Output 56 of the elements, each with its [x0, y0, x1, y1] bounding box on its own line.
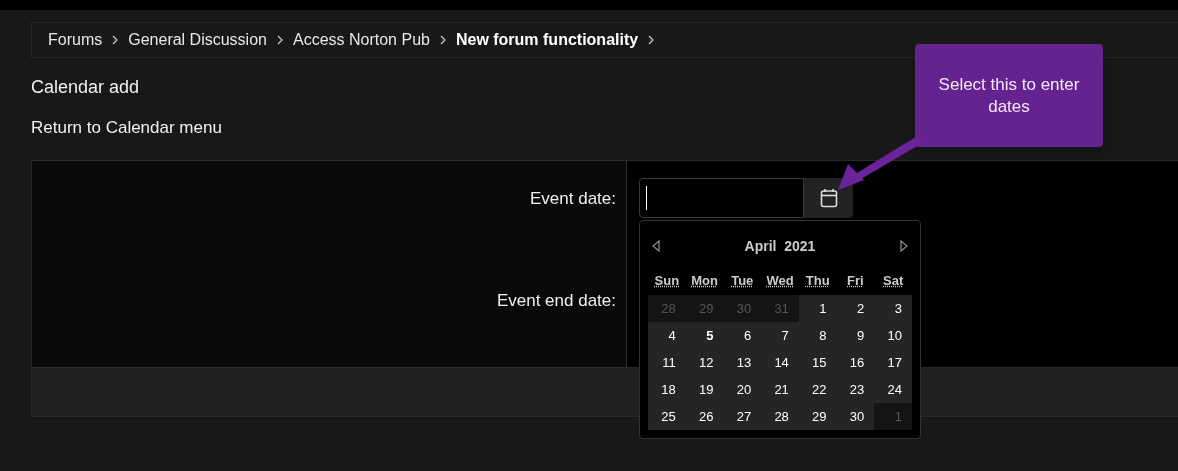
previous-month-icon[interactable]	[652, 240, 660, 252]
day-cell[interactable]: 26	[685, 403, 724, 430]
weekday-header: Mon	[691, 272, 718, 290]
day-cell[interactable]: 12	[685, 349, 724, 376]
chevron-icon	[648, 35, 655, 45]
day-cell[interactable]: 8	[798, 322, 837, 349]
day-cell[interactable]: 5	[685, 322, 724, 349]
calendar-icon	[819, 187, 838, 208]
month-year-heading: April 2021	[744, 236, 816, 256]
day-cell[interactable]: 10	[874, 322, 912, 349]
day-cell[interactable]: 29	[798, 403, 837, 430]
day-cell[interactable]: 27	[723, 403, 762, 430]
day-cell[interactable]: 25	[648, 403, 686, 430]
day-cell[interactable]: 4	[648, 322, 686, 349]
day-cell[interactable]: 3	[874, 295, 912, 322]
day-cell[interactable]: 21	[761, 376, 799, 403]
day-cell[interactable]: 13	[723, 349, 762, 376]
breadcrumb-link[interactable]: Access Norton Pub	[292, 28, 430, 52]
breadcrumb-link[interactable]: General Discussion	[128, 28, 267, 52]
breadcrumb-link[interactable]: New forum functionality	[455, 28, 639, 52]
weekday-header: Wed	[766, 272, 794, 290]
weekday-header: Fri	[847, 272, 864, 290]
day-cell[interactable]: 23	[836, 376, 875, 403]
page-title: Calendar add	[31, 77, 140, 97]
day-cell[interactable]: 30	[836, 403, 875, 430]
field-label: Event end date:	[496, 289, 616, 312]
calendar-button[interactable]	[804, 177, 853, 218]
chevron-icon	[112, 35, 119, 45]
breadcrumb-link[interactable]: Forums	[48, 28, 103, 52]
date-input-field[interactable]	[639, 177, 804, 218]
weekday-header: Sat	[883, 272, 904, 290]
day-cell[interactable]: 17	[874, 349, 912, 376]
day-cell[interactable]: 19	[685, 376, 724, 403]
day-cell[interactable]: 1	[798, 295, 837, 322]
day-cell[interactable]: 9	[836, 322, 875, 349]
weekday-header: Thu	[805, 272, 830, 290]
next-month-icon[interactable]	[900, 240, 908, 252]
day-cell[interactable]: 6	[723, 322, 762, 349]
day-cell[interactable]: 16	[836, 349, 875, 376]
day-cell[interactable]: 2	[836, 295, 875, 322]
day-cell[interactable]: 11	[648, 349, 686, 376]
day-cell[interactable]: 14	[761, 349, 799, 376]
day-cell[interactable]: 22	[798, 376, 837, 403]
day-cell[interactable]: 20	[723, 376, 762, 403]
day-cell[interactable]: 18	[648, 376, 686, 403]
field-label: Event date:	[530, 187, 616, 210]
weekday-header: Sun	[654, 272, 680, 290]
weekday-header: Tue	[731, 272, 754, 290]
day-cell[interactable]: 28	[761, 403, 799, 430]
day-cell[interactable]: 24	[874, 376, 912, 403]
return-link[interactable]: Return to Calendar menu	[31, 118, 222, 137]
day-cell[interactable]: 15	[798, 349, 837, 376]
chevron-icon	[276, 35, 283, 45]
chevron-icon	[439, 35, 446, 45]
callout-box: Select this to enter dates	[915, 44, 1103, 147]
day-cell[interactable]: 7	[761, 322, 799, 349]
